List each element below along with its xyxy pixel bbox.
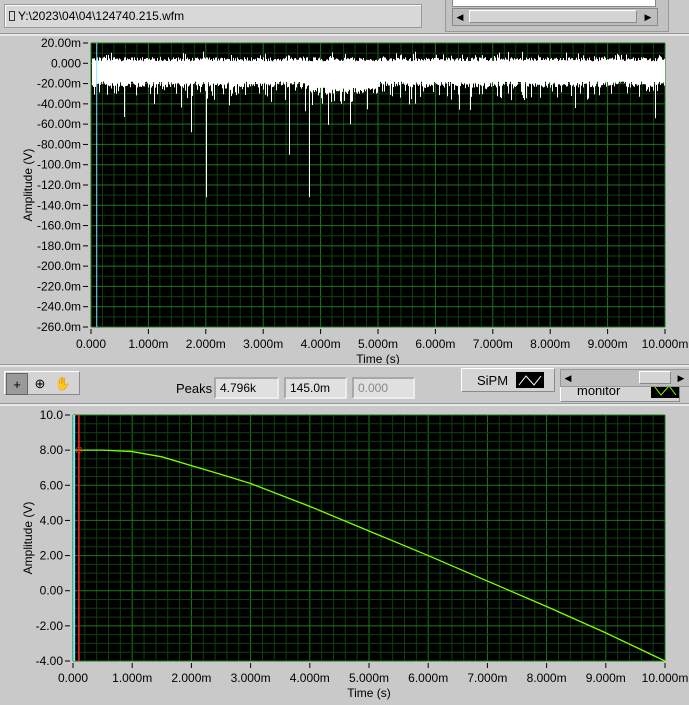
x-tick-label: 0.000 — [76, 337, 106, 351]
y-tick-label: 4.00 — [40, 513, 64, 527]
pan-tool-button[interactable]: ✋ — [52, 373, 74, 395]
scroll-right-arrow[interactable]: ▶ — [641, 10, 655, 24]
x-tick-label: 2.000m — [186, 337, 226, 351]
x-tick-label: 8.000m — [530, 337, 570, 351]
x-tick-label: 4.000m — [290, 671, 330, 685]
y-tick-label: 0.000 — [51, 56, 81, 70]
legend-scroll-right[interactable]: ▶ — [674, 371, 688, 385]
x-tick-label: 8.000m — [527, 671, 567, 685]
x-tick-label: 0.000 — [58, 671, 88, 685]
x-tick-label: 3.000m — [231, 671, 271, 685]
y-tick-label: -180.0m — [37, 239, 81, 253]
y-tick-label: -40.00m — [37, 97, 81, 111]
y-tick-label: 6.00 — [40, 478, 64, 492]
scroll-thumb[interactable] — [469, 10, 637, 23]
x-tick-label: 10.000m — [642, 671, 689, 685]
y-tick-label: 0.00 — [40, 584, 64, 598]
y-tick-label: 2.00 — [40, 549, 64, 563]
x-tick-label: 1.000m — [128, 337, 168, 351]
peaks-value-1[interactable]: 4.796k — [214, 377, 279, 399]
file-path-field[interactable]: Y:\2023\04\04\124740.215.wfm — [4, 4, 422, 28]
path-icon — [9, 11, 15, 21]
y-tick-label: 8.00 — [40, 443, 64, 457]
file-path-text: Y:\2023\04\04\124740.215.wfm — [18, 9, 185, 23]
x-tick-label: 5.000m — [349, 671, 389, 685]
y-tick-label: -100.0m — [37, 158, 81, 172]
graph-palette: + ⊕ ✋ — [4, 371, 80, 395]
y-tick-label: -140.0m — [37, 198, 81, 212]
y-axis-label: Amplitude (V) — [21, 502, 35, 575]
sipm-waveform-graph[interactable]: 0.000 1.000m 2.000m 3.000m 4.000m 5.000m 6.000… — [0, 36, 689, 366]
y-tick-label: -120.0m — [37, 178, 81, 192]
array-panel: ◀ ▶ — [445, 0, 669, 32]
sipm-line-style-icon — [516, 372, 545, 388]
cursor-tool-button[interactable]: + — [6, 373, 28, 395]
x-axis-label: Time (s) — [347, 686, 391, 700]
y-tick-label: -20.00m — [37, 77, 81, 91]
y-tick-label: -4.00 — [36, 654, 64, 668]
legend-scroll-thumb[interactable] — [639, 371, 671, 384]
x-tick-label: 6.000m — [408, 671, 448, 685]
peaks-value-3[interactable]: 0.000 — [352, 377, 415, 399]
x-tick-label: 7.000m — [467, 671, 507, 685]
x-tick-label: 9.000m — [588, 337, 628, 351]
u8-monitor-graph[interactable]: 0.000 1.000m 2.000m 3.000m 4.000m 5.000m 6.000… — [0, 404, 689, 705]
scroll-left-arrow[interactable]: ◀ — [453, 10, 467, 24]
y-tick-label: -80.00m — [37, 137, 81, 151]
y-tick-label: -260.0m — [37, 320, 81, 334]
zoom-tool-button[interactable]: ⊕ — [29, 373, 51, 395]
x-tick-label: 5.000m — [358, 337, 398, 351]
y-tick-label: 10.0 — [40, 408, 64, 422]
legend-label-sipm: SiPM — [477, 372, 509, 388]
y-tick-label: -160.0m — [37, 219, 81, 233]
legend-scrollbar[interactable]: ◀ ▶ — [560, 369, 689, 387]
peaks-value-2[interactable]: 145.0m — [284, 377, 347, 399]
peaks-label: Peaks — [176, 381, 213, 396]
plot-legend-sipm[interactable]: SiPM — [461, 368, 555, 392]
x-tick-label: 10.000m — [642, 337, 689, 351]
y-tick-label: -60.00m — [37, 117, 81, 131]
horizontal-scrollbar[interactable]: ◀ ▶ — [452, 8, 658, 26]
x-tick-label: 2.000m — [171, 671, 211, 685]
y-tick-label: -220.0m — [37, 279, 81, 293]
y-tick-label: 20.00m — [41, 36, 81, 50]
x-tick-label: 9.000m — [586, 671, 626, 685]
y-axis-label: Amplitude (V) — [21, 149, 35, 222]
x-tick-label: 3.000m — [243, 337, 283, 351]
y-tick-label: -200.0m — [37, 259, 81, 273]
x-tick-label: 6.000m — [415, 337, 455, 351]
x-tick-label: 4.000m — [301, 337, 341, 351]
legend-scroll-left[interactable]: ◀ — [561, 371, 575, 385]
x-tick-label: 7.000m — [473, 337, 513, 351]
y-tick-label: -240.0m — [37, 300, 81, 314]
x-tick-label: 1.000m — [112, 671, 152, 685]
y-tick-label: -2.00 — [36, 619, 64, 633]
